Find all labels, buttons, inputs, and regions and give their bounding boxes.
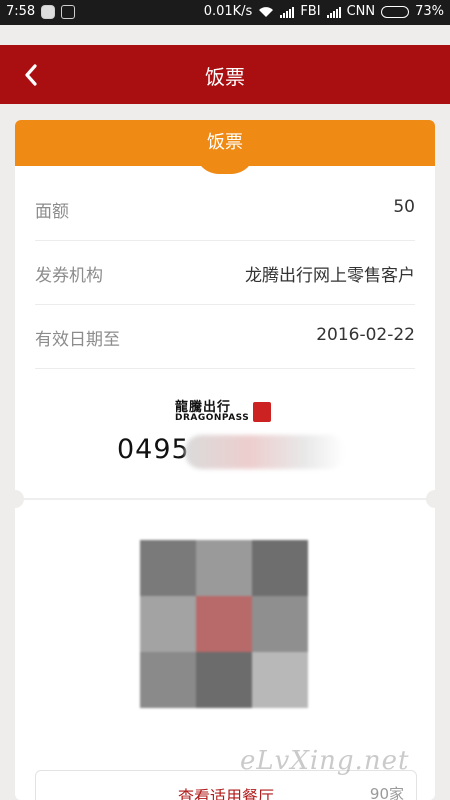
qq-icon xyxy=(41,4,56,19)
row-label: 发券机构 xyxy=(35,266,103,286)
restaurant-count: 90家 xyxy=(369,785,404,800)
qr-pixel xyxy=(140,652,196,708)
qr-pixel xyxy=(140,540,196,596)
qr-pixel xyxy=(252,652,308,708)
ticket-code: 0495 xyxy=(117,434,190,465)
qr-pixel xyxy=(252,540,308,596)
watermark: eLvXing.net xyxy=(240,746,410,776)
logo-en: DRAGONPASS xyxy=(175,413,250,423)
carrier-1: FBI xyxy=(300,4,321,19)
perforation-line xyxy=(15,498,435,500)
qr-pixel xyxy=(196,596,252,652)
wifi-icon xyxy=(259,6,274,17)
ticket-notch-right xyxy=(426,490,435,508)
qr-code xyxy=(140,535,310,710)
row-value: 2016-02-22 xyxy=(316,325,415,345)
code-redaction xyxy=(185,435,345,469)
row-label: 有效日期至 xyxy=(35,330,120,350)
signal-icon-2 xyxy=(326,6,341,18)
notification-icon xyxy=(61,4,76,19)
qr-pixel xyxy=(140,596,196,652)
logo-seal-icon xyxy=(253,402,272,422)
carrier-2: CNN xyxy=(346,4,376,19)
status-bar: 7:58 0.01K/s FBI CNN 73% xyxy=(0,0,450,25)
qr-pixel xyxy=(196,652,252,708)
ticket-notch-left xyxy=(15,490,24,508)
row-value: 50 xyxy=(393,197,415,217)
row-issuer: 发券机构 龙腾出行网上零售客户 xyxy=(35,241,415,305)
app-header: 饭票 xyxy=(0,45,450,104)
battery-icon xyxy=(381,5,410,18)
page-title: 饭票 xyxy=(205,65,245,89)
network-speed: 0.01K/s xyxy=(203,4,253,19)
signal-icon xyxy=(280,6,295,18)
ticket-header-tab xyxy=(195,150,255,174)
dragonpass-logo: 龍騰出行 DRAGONPASS xyxy=(175,400,272,424)
qr-pixel xyxy=(196,540,252,596)
row-expiry: 有效日期至 2016-02-22 xyxy=(35,305,415,369)
row-value: 龙腾出行网上零售客户 xyxy=(245,266,415,286)
row-face-value: 面额 50 xyxy=(35,177,415,241)
battery-percent: 73% xyxy=(415,4,444,19)
qr-pixel xyxy=(252,596,308,652)
ticket-title: 饭票 xyxy=(207,132,243,153)
ticket-header: 饭票 xyxy=(15,120,435,174)
meal-ticket-card: 饭票 面额 50 发券机构 龙腾出行网上零售客户 有效日期至 2016-02-2… xyxy=(15,120,435,800)
view-restaurants-label: 查看适用餐厅 xyxy=(177,787,274,800)
row-label: 面额 xyxy=(35,202,69,222)
status-time: 7:58 xyxy=(6,4,36,19)
